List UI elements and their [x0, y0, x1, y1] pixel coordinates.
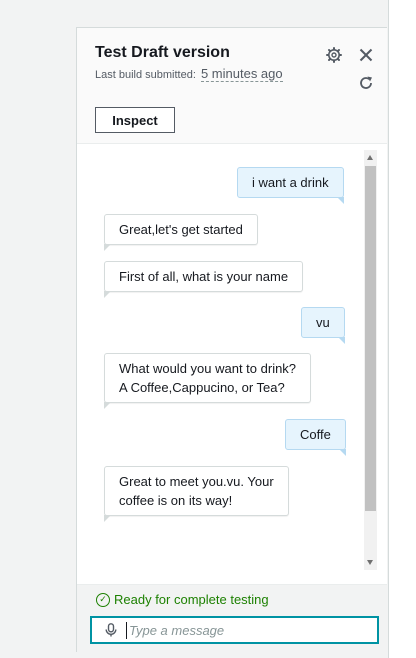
refresh-icon: [358, 75, 374, 96]
chat-message-bot: Great to meet you.vu. Your coffee is on …: [104, 466, 289, 522]
panel-header: Test Draft version Last build submitted:…: [77, 28, 387, 144]
scroll-up-arrow-icon[interactable]: [367, 155, 373, 160]
chat-message-user: vu: [301, 307, 345, 344]
build-time[interactable]: 5 minutes ago: [200, 66, 283, 82]
chat-message-bot: Great,let's get started: [104, 214, 258, 251]
right-edge-bar: [388, 0, 416, 658]
chat-message-bot: What would you want to drink? A Coffee,C…: [104, 353, 312, 409]
close-button[interactable]: [356, 47, 376, 67]
message-text-line: coffee is on its way!: [119, 493, 233, 508]
microphone-icon[interactable]: [100, 623, 122, 637]
check-circle-icon: ✓: [96, 592, 110, 607]
message-text: i want a drink: [252, 175, 329, 190]
message-text-line: Great to meet you.vu. Your: [119, 474, 274, 489]
conversation-area[interactable]: i want a drink Great,let's get started F…: [77, 144, 387, 584]
test-bot-panel: Test Draft version Last build submitted:…: [76, 27, 387, 653]
inspect-button[interactable]: Inspect: [95, 107, 175, 133]
message-input-box[interactable]: [90, 616, 379, 644]
refresh-button[interactable]: [356, 75, 376, 95]
message-input[interactable]: [126, 621, 371, 639]
message-text: Great,let's get started: [119, 222, 243, 237]
message-text: vu: [316, 315, 330, 330]
chat-message-user: Coffe: [285, 419, 346, 456]
scroll-down-arrow-icon[interactable]: [367, 560, 373, 565]
gear-icon: [326, 46, 342, 68]
chat-message-bot: First of all, what is your name: [104, 261, 304, 298]
scrollbar-thumb[interactable]: [365, 166, 376, 511]
message-text: First of all, what is your name: [119, 269, 289, 284]
build-status-label: Last build submitted:: [95, 69, 196, 81]
build-status: Last build submitted: 5 minutes ago: [95, 66, 283, 82]
status-text: Ready for complete testing: [114, 592, 269, 607]
settings-button[interactable]: [324, 46, 344, 68]
panel-footer: ✓ Ready for complete testing: [77, 584, 387, 653]
conversation-scrollbar[interactable]: [364, 150, 377, 570]
message-text-line: What would you want to drink?: [119, 361, 297, 376]
message-text: Coffe: [300, 427, 331, 442]
test-status: ✓ Ready for complete testing: [96, 592, 269, 607]
close-icon: [359, 48, 373, 67]
message-text-line: A Coffee,Cappucino, or Tea?: [119, 380, 285, 395]
panel-title: Test Draft version: [95, 44, 230, 61]
chat-message-user: i want a drink: [237, 167, 344, 204]
